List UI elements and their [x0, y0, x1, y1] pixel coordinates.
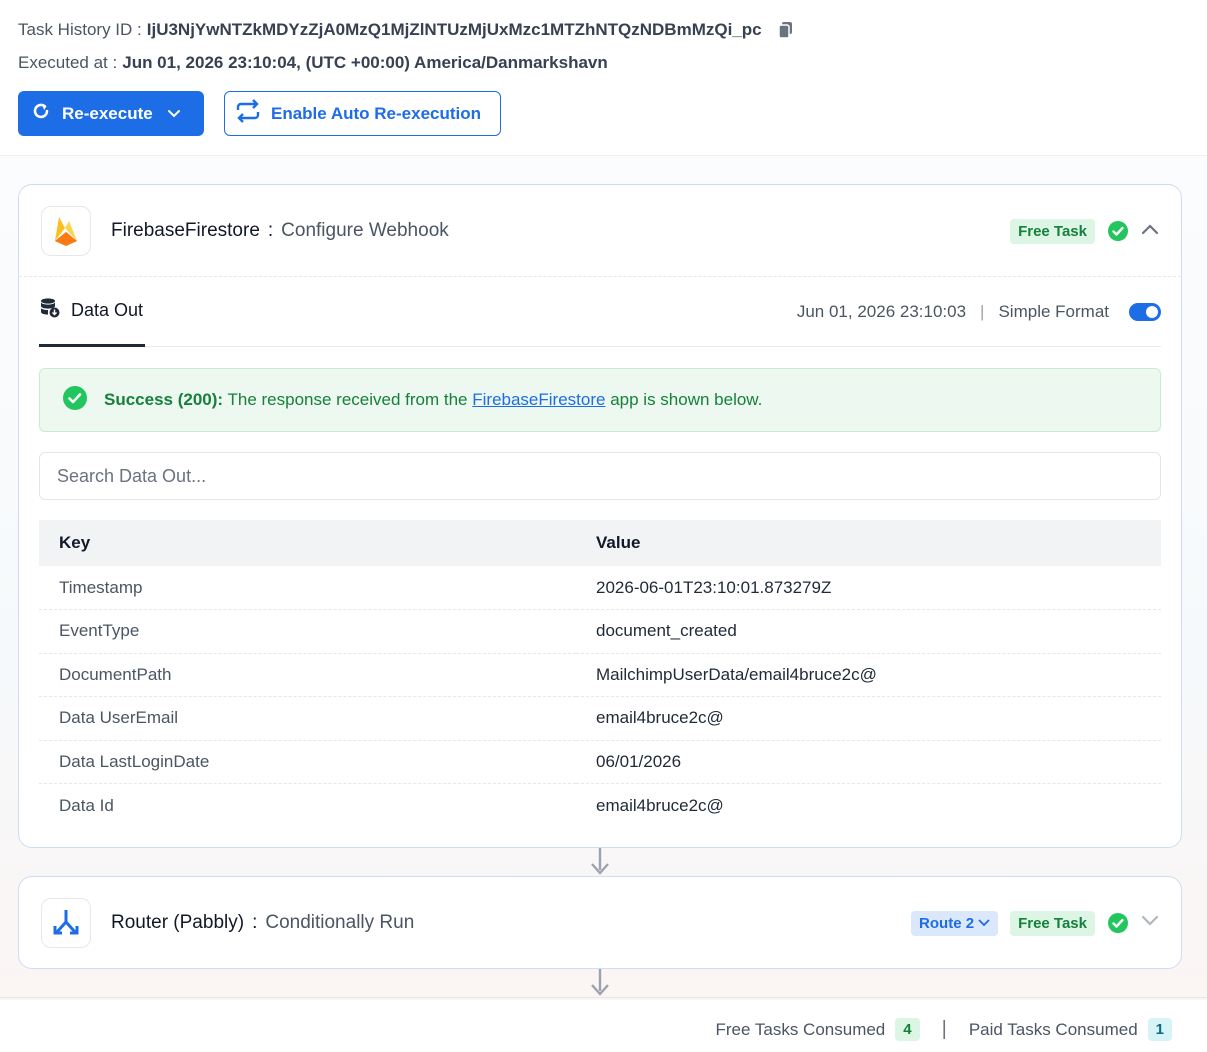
divider [0, 997, 1207, 998]
step-header[interactable]: FirebaseFirestore : Configure Webhook Fr… [19, 185, 1181, 277]
route-badge-label: Route 2 [919, 914, 975, 932]
paid-tasks-label: Paid Tasks Consumed [968, 1019, 1138, 1039]
free-task-badge: Free Task [1010, 218, 1095, 244]
step-body: Data Out Jun 01, 2026 23:10:03 | Simple … [19, 277, 1181, 827]
step-app-name: Router (Pabbly) [111, 912, 245, 933]
step-card-firebase: FirebaseFirestore : Configure Webhook Fr… [18, 184, 1182, 848]
repeat-icon [235, 99, 261, 128]
alert-status: Success (200): [104, 390, 224, 409]
reexecute-button[interactable]: Re-execute [18, 91, 204, 136]
router-icon [41, 898, 91, 948]
alert-text-before: The response received from the [227, 390, 468, 409]
check-circle-icon [62, 385, 88, 416]
check-circle-icon [1107, 912, 1129, 934]
step-status: Route 2 Free Task [911, 877, 1159, 969]
step-card-router: Router (Pabbly) : Conditionally Run Rout… [18, 876, 1182, 969]
step-header[interactable]: Router (Pabbly) : Conditionally Run Rout… [19, 877, 1181, 969]
route-badge[interactable]: Route 2 [911, 910, 999, 936]
step-colon: : [252, 912, 258, 933]
task-consumption-footer: Free Tasks Consumed 4 | Paid Tasks Consu… [715, 1018, 1172, 1041]
executed-value: Jun 01, 2026 23:10:04, (UTC +00:00) Amer… [122, 53, 608, 72]
step-event-name: Configure Webhook [281, 219, 449, 241]
response-timestamp: Jun 01, 2026 23:10:03 [796, 302, 967, 321]
separator: | [980, 302, 985, 321]
task-history-line: Task History ID : IjU3NjYwNTZkMDYzZjA0Mz… [18, 18, 1188, 42]
enable-auto-reexecution-button[interactable]: Enable Auto Re-execution [224, 91, 501, 136]
table-row: EventType document_created [39, 609, 1161, 654]
copy-icon[interactable] [777, 21, 794, 39]
executed-line: Executed at : Jun 01, 2026 23:10:04, (UT… [18, 51, 1188, 75]
row-key: Data Id [59, 795, 114, 815]
alert-app-link[interactable]: FirebaseFirestore [472, 390, 605, 409]
search-input[interactable]: Search Data Out... [39, 452, 1161, 500]
paid-tasks-count: 1 [1147, 1018, 1172, 1041]
row-key: Data LastLoginDate [39, 740, 576, 784]
chevron-down-icon[interactable] [167, 104, 181, 124]
firebase-icon [41, 205, 91, 256]
row-value[interactable]: 2026-06-01T23:10:01.873279Z [576, 566, 1161, 610]
column-header-value: Value [576, 520, 1161, 566]
footer-separator: | [941, 1018, 947, 1040]
action-bar: Re-execute Enable Auto Re-execution [18, 91, 501, 136]
free-tasks-label: Free Tasks Consumed [715, 1019, 886, 1039]
database-icon [39, 297, 61, 324]
row-value[interactable]: email4bruce2c@ [576, 696, 1161, 741]
arrow-down-icon [589, 969, 611, 997]
free-task-badge: Free Task [1010, 910, 1095, 936]
table-header-row: Key Value [39, 520, 1161, 566]
step-colon: : [267, 219, 274, 241]
check-circle-icon [1107, 220, 1129, 242]
task-history-label: Task History ID : [18, 20, 142, 39]
row-key: DocumentPath [39, 653, 576, 697]
step-app-name: FirebaseFirestore [111, 219, 260, 241]
executed-label: Executed at : [18, 53, 118, 72]
simple-format-toggle[interactable] [1129, 303, 1161, 321]
chevron-down-icon [978, 919, 990, 927]
simple-format-label: Simple Format [998, 302, 1109, 321]
task-history-id: IjU3NjYwNTZkMDYzZjA0MzQ1MjZlNTUzMjUxMzc1… [146, 20, 762, 39]
task-header: Task History ID : IjU3NjYwNTZkMDYzZjA0Mz… [18, 18, 1188, 75]
format-controls: Jun 01, 2026 23:10:03 | Simple Format [797, 277, 1161, 347]
refresh-icon [32, 102, 50, 125]
table-row: Data UserEmail email4bruce2c@ [39, 696, 1161, 741]
step-event-name: Conditionally Run [265, 912, 415, 933]
row-value[interactable]: MailchimpUserData/email4bruce2c@ [576, 653, 1161, 697]
enable-auto-reexecution-label: Enable Auto Re-execution [271, 103, 482, 123]
table-row: Data LastLoginDate 06/01/2026 [39, 740, 1161, 784]
alert-message: Success (200): The response received fro… [104, 390, 762, 410]
row-value[interactable]: 06/01/2026 [576, 740, 1161, 784]
chevron-down-icon[interactable] [1141, 914, 1159, 932]
row-value[interactable]: document_created [576, 609, 1161, 654]
row-value[interactable]: email4bruce2c@ [576, 784, 1161, 828]
table-row: DocumentPath MailchimpUserData/email4bru… [39, 653, 1161, 697]
data-tabs: Data Out Jun 01, 2026 23:10:03 | Simple … [39, 277, 1161, 347]
arrow-down-icon [589, 848, 611, 876]
row-key: EventType [39, 609, 576, 654]
free-tasks-count: 4 [895, 1018, 920, 1041]
column-header-key: Key [39, 520, 576, 566]
chevron-up-icon[interactable] [1141, 222, 1159, 240]
alert-text-after: app is shown below. [610, 390, 763, 409]
success-alert: Success (200): The response received fro… [39, 368, 1161, 432]
tab-data-out[interactable]: Data Out [39, 277, 146, 347]
reexecute-label: Re-execute [62, 103, 153, 123]
table-row: Timestamp 2026-06-01T23:10:01.873279Z [39, 566, 1161, 610]
tab-data-out-label: Data Out [71, 300, 144, 320]
step-status: Free Task [1010, 185, 1159, 277]
row-key: Timestamp [39, 566, 576, 610]
data-out-table: Key Value Timestamp 2026-06-01T23:10:01.… [39, 520, 1161, 827]
row-key: Data UserEmail [39, 696, 576, 741]
table-row: Data Id email4bruce2c@ [39, 784, 1161, 828]
